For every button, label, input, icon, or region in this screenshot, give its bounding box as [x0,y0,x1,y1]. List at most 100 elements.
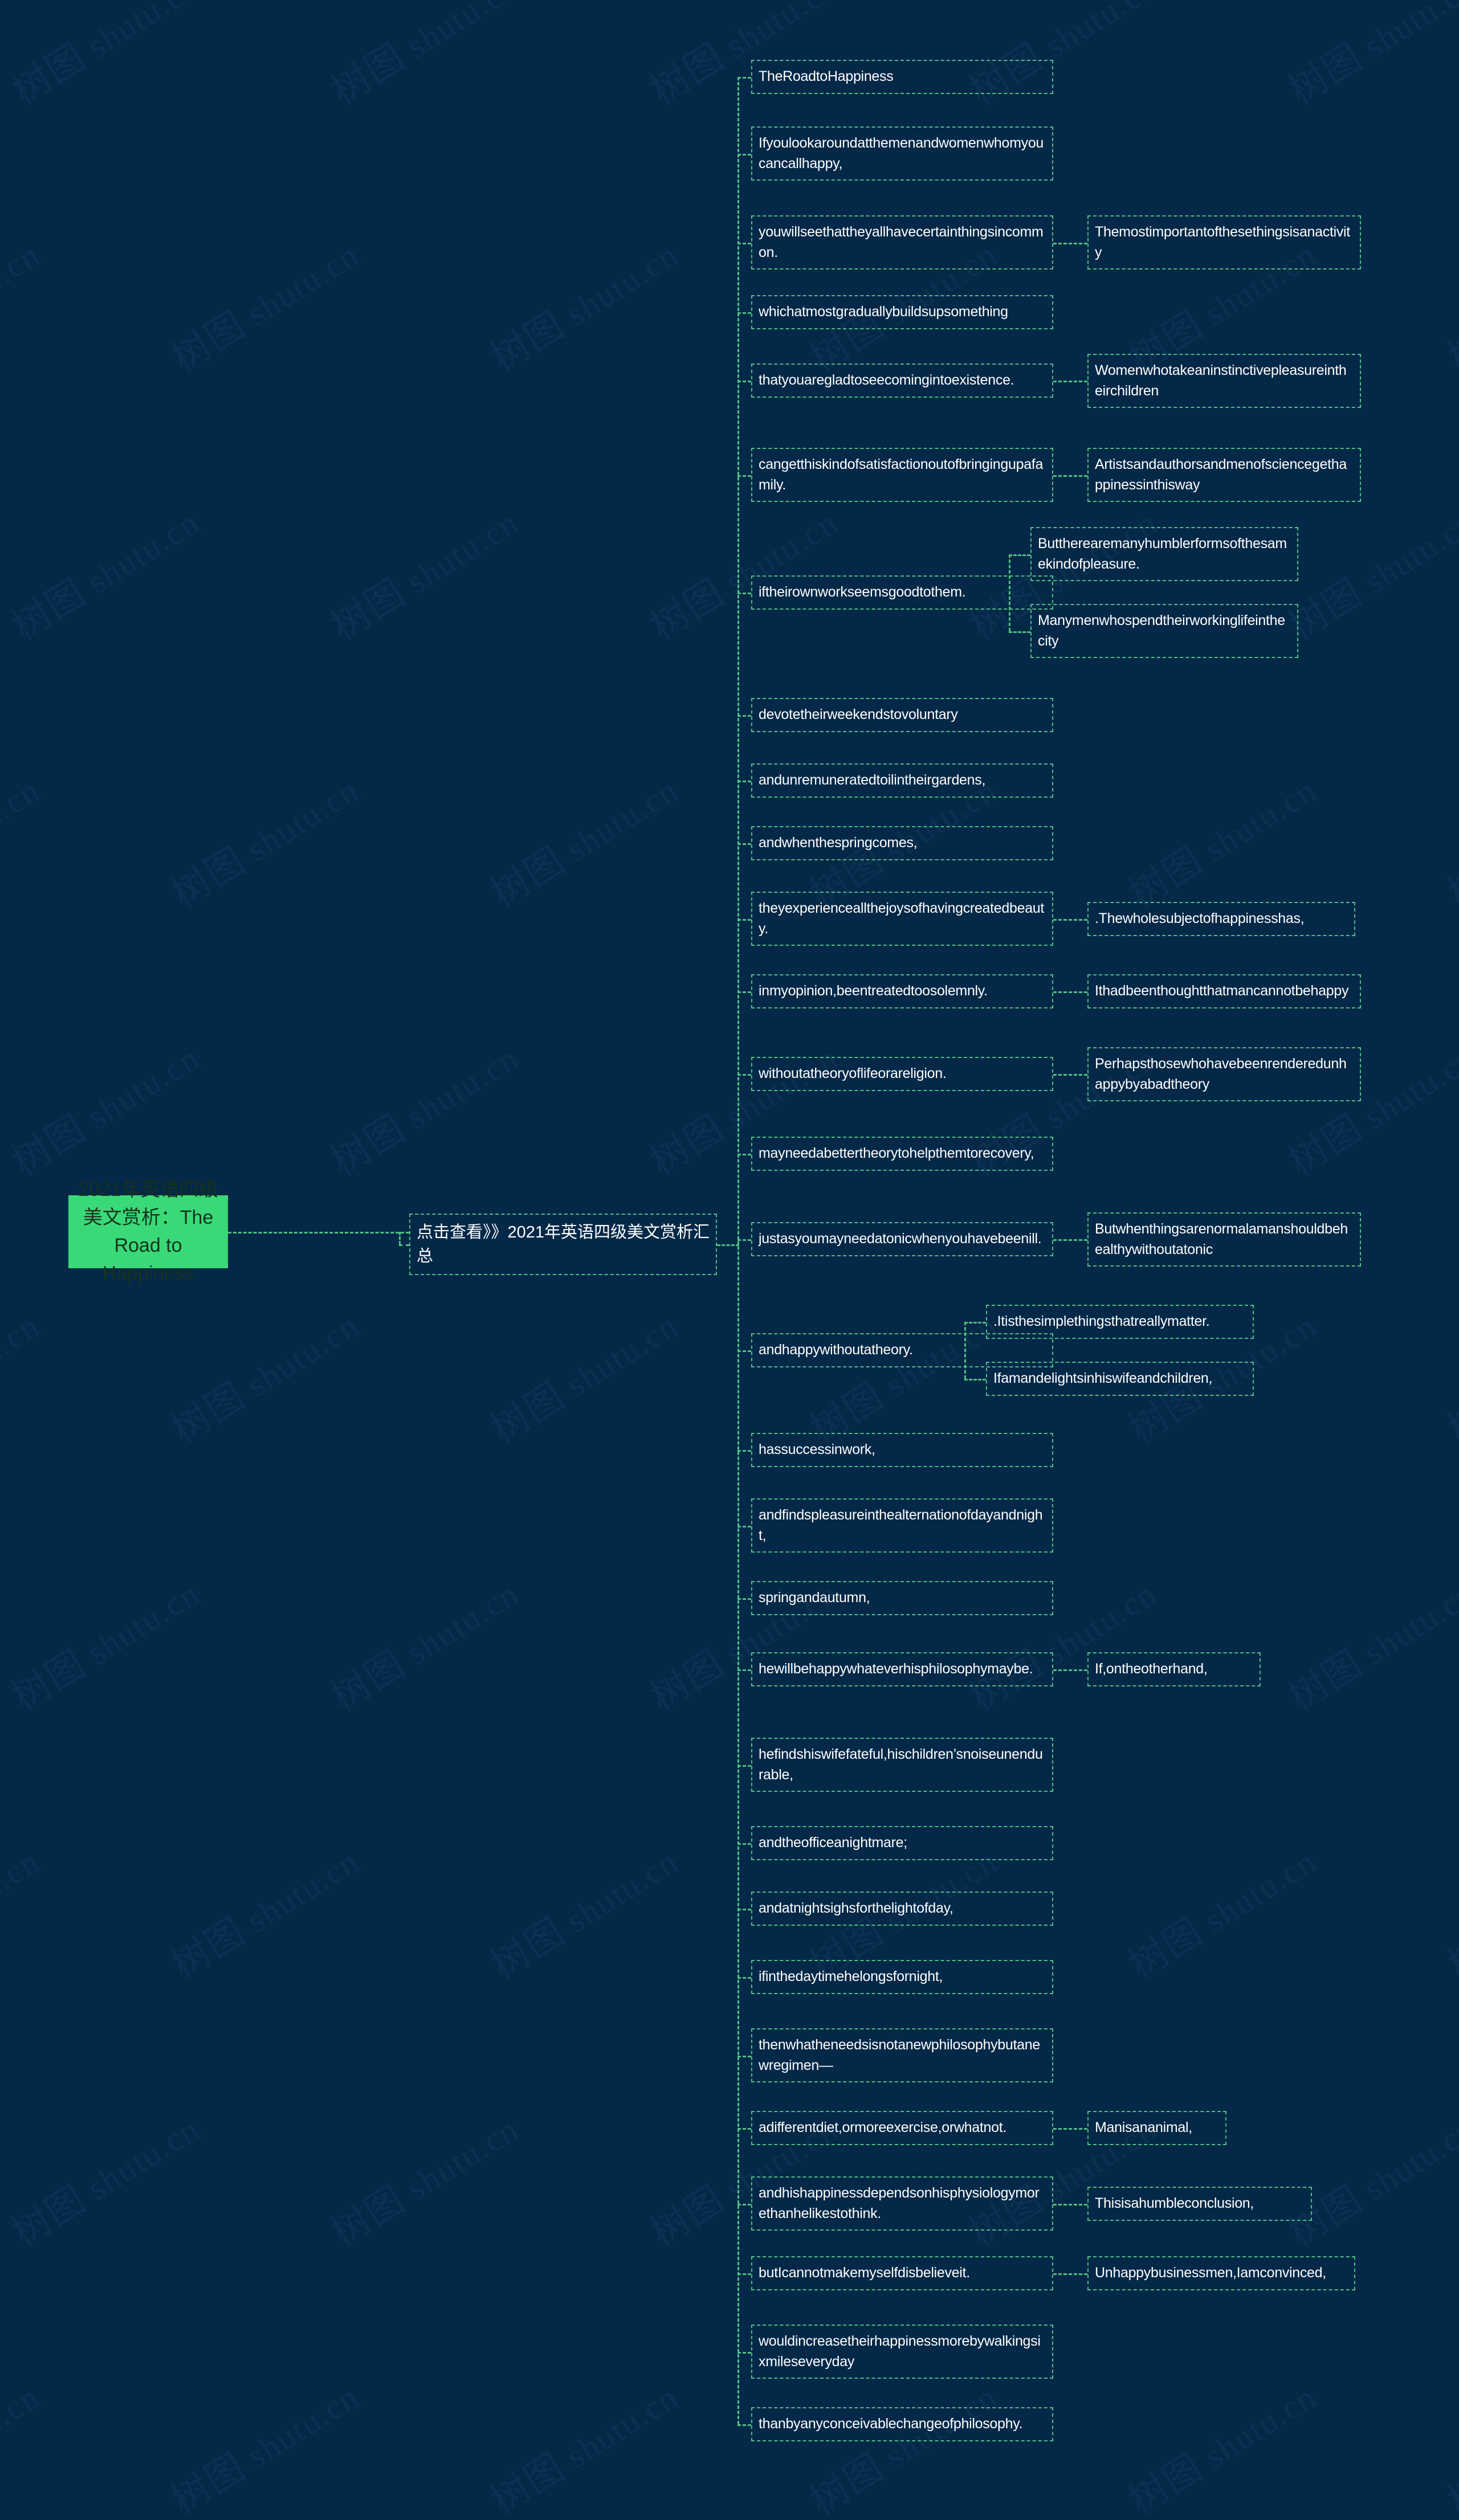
connector-horizontal [737,918,751,921]
node-level2[interactable]: inmyopinion,beentreatedtoosolemnly. [751,974,1053,1008]
connector-horizontal [737,1765,751,1767]
node-label: Butwhenthingsarenormalamanshouldbehealth… [1095,1221,1348,1257]
connector-horizontal [1053,1669,1087,1671]
node-level3[interactable]: Manymenwhospendtheirworkinglifeinthecity [1030,604,1298,658]
node-level3[interactable]: Butwhenthingsarenormalamanshouldbehealth… [1087,1212,1361,1267]
node-level3[interactable]: Ifamandelightsinhiswifeandchildren, [986,1362,1254,1396]
watermark-text: 树图 shutu.cn [323,0,525,113]
node-level2[interactable]: theyexperienceallthejoysofhavingcreatedb… [751,892,1053,946]
node-level3[interactable]: Artistsandauthorsandmenofsciencegethappi… [1087,448,1361,502]
node-level2[interactable]: Ifyoulookaroundatthemenandwomenwhomyouca… [751,126,1053,181]
node-level2[interactable]: andhishappinessdependsonhisphysiologymor… [751,2176,1053,2231]
connector-horizontal [1053,918,1087,921]
node-level2[interactable]: whichatmostgraduallybuildsupsomething [751,295,1053,329]
watermark-text: 树图 shutu.cn [0,771,47,869]
node-level2[interactable]: wouldincreasetheirhappinessmorebywalking… [751,2325,1053,2379]
watermark-text: 树图 shutu.cn [164,2378,366,2520]
node-level3[interactable]: If,ontheotherhand, [1087,1652,1261,1686]
node-level3[interactable]: Thisisahumbleconclusion, [1087,2187,1312,2221]
connector-horizontal [964,1322,986,1324]
node-level2[interactable]: justasyoumayneedatonicwhenyouhavebeenill… [751,1222,1053,1256]
node-level3[interactable]: Manisananimal, [1087,2111,1226,2145]
node-level2[interactable]: devotetheirweekendstovoluntary [751,698,1053,732]
connector-horizontal [737,991,751,993]
watermark-text: 树图 shutu.cn [1440,1909,1459,1988]
node-level2[interactable]: thatyouaregladtoseecomingintoexistence. [751,363,1053,398]
node-level2[interactable]: youwillseethattheyallhavecertainthingsin… [751,215,1053,269]
connector-horizontal [737,1239,751,1241]
node-label: inmyopinion,beentreatedtoosolemnly. [759,983,988,999]
connector-horizontal [737,593,751,594]
node-level2[interactable]: ifinthedaytimehelongsfornight, [751,1960,1053,1994]
watermark-text: 树图 shutu.cn [164,1306,366,1452]
watermark-text: 树图 shutu.cn [0,1306,47,1404]
watermark-text: 树图 shutu.cn [164,235,366,381]
watermark-text: 树图 shutu.cn [1281,1574,1459,1720]
watermark-text: 树图 shutu.cn [1121,1842,1323,1988]
node-label: theyexperienceallthejoysofhavingcreatedb… [759,900,1045,937]
node-label: Artistsandauthorsandmenofsciencegethappi… [1095,456,1347,493]
connector-horizontal [228,1232,409,1234]
watermark-text: 树图 shutu.cn [1281,503,1459,649]
node-label: .Itisthesimplethingsthatreallymatter. [993,1313,1210,1329]
connector-horizontal [737,2351,751,2354]
node-level2[interactable]: iftheirownworkseemsgoodtothem. [751,575,1053,610]
node-level3[interactable]: Perhapsthosewhohavebeenrenderedunhappyby… [1087,1047,1361,1101]
node-level2[interactable]: andunremuneratedtoilintheirgardens, [751,763,1053,798]
node-level2[interactable]: andfindspleasureinthealternationofdayand… [751,1498,1053,1553]
node-level2[interactable]: withoutatheoryoflifeorareligion. [751,1057,1053,1091]
root-label: 2021年英语四级美文赏析：The Road to Happiness [78,1179,218,1284]
node-level2[interactable]: springandautumn, [751,1581,1053,1615]
node-level2[interactable]: cangetthiskindofsatisfactionoutofbringin… [751,448,1053,502]
node-label: Themostimportantofthesethingsisanactivit… [1095,224,1350,260]
node-level2[interactable]: mayneedabettertheorytohelpthemtorecovery… [751,1137,1053,1171]
watermark-text: 树图 shutu.cn [323,503,525,649]
node-level3[interactable]: Themostimportantofthesethingsisanactivit… [1087,215,1361,269]
node-label: Unhappybusinessmen,Iamconvinced, [1095,2265,1326,2281]
node-level2[interactable]: adifferentdiet,ormoreexercise,orwhatnot. [751,2111,1053,2145]
node-label: Ifyoulookaroundatthemenandwomenwhomyouca… [759,135,1044,171]
watermark-text: 树图 shutu.cn [1121,2378,1323,2520]
node-level2[interactable]: andwhenthespringcomes, [751,826,1053,860]
node-label: thanbyanyconceivablechangeofphilosophy. [759,2416,1023,2432]
node-label: mayneedabettertheorytohelpthemtorecovery… [759,1145,1034,1161]
connector-horizontal [737,2424,751,2426]
node-level3[interactable]: Buttherearemanyhumblerformsofthesamekind… [1030,527,1298,581]
node-level3[interactable]: .Itisthesimplethingsthatreallymatter. [986,1305,1254,1339]
node-label: andhappywithoutatheory. [759,1342,913,1358]
node-label: adifferentdiet,ormoreexercise,orwhatnot. [759,2119,1006,2135]
node-level2[interactable]: andtheofficeanightmare; [751,1826,1053,1860]
watermark-text: 树图 shutu.cn [1281,0,1459,113]
connector-horizontal [737,1450,751,1452]
node-level2[interactable]: TheRoadtoHappiness [751,60,1053,94]
connector-horizontal [737,1843,751,1845]
root-node[interactable]: 2021年英语四级美文赏析：The Road to Happiness [68,1179,228,1284]
watermark-text: 树图 shutu.cn [483,1306,685,1452]
watermark-text: 树图 shutu.cn [4,503,206,649]
node-level2[interactable]: andatnightsighsforthelightofday, [751,1892,1053,1926]
node-label: andatnightsighsforthelightofday, [759,1900,953,1916]
connector-horizontal [1053,242,1087,244]
node-level3[interactable]: Unhappybusinessmen,Iamconvinced, [1087,2256,1355,2290]
node-label: wouldincreasetheirhappinessmorebywalking… [759,2333,1041,2370]
connector-horizontal [737,475,751,477]
node-label: whichatmostgraduallybuildsupsomething [759,304,1008,320]
node-level2[interactable]: hassuccessinwork, [751,1433,1053,1467]
branch-node[interactable]: 点击查看》》2021年英语四级美文赏析汇总 [409,1214,717,1276]
node-label: justasyoumayneedatonicwhenyouhavebeenill… [759,1231,1042,1247]
node-level2[interactable]: thanbyanyconceivablechangeofphilosophy. [751,2407,1053,2441]
connector-horizontal [737,2055,751,2057]
node-label: iftheirownworkseemsgoodtothem. [759,584,966,600]
node-level2[interactable]: hewillbehappywhateverhisphilosophymaybe. [751,1652,1053,1686]
node-level2[interactable]: butIcannotmakemyselfdisbelieveit. [751,2256,1053,2290]
connector-horizontal [1009,554,1030,556]
node-label: Ithadbeenthoughtthatmancannotbehappy [1095,983,1349,999]
node-level3[interactable]: .Thewholesubjectofhappinesshas, [1087,902,1355,936]
watermark-text: 树图 shutu.cn [1440,1373,1459,1452]
node-level3[interactable]: Womenwhotakeaninstinctivepleasureintheir… [1087,354,1361,408]
node-level2[interactable]: hefindshiswifefateful,hischildren’snoise… [751,1738,1053,1792]
connector-horizontal [737,1669,751,1671]
node-level2[interactable]: thenwhatheneedsisnotanewphilosophybutane… [751,2028,1053,2082]
node-label: withoutatheoryoflifeorareligion. [759,1065,947,1081]
node-level3[interactable]: Ithadbeenthoughtthatmancannotbehappy [1087,974,1361,1008]
